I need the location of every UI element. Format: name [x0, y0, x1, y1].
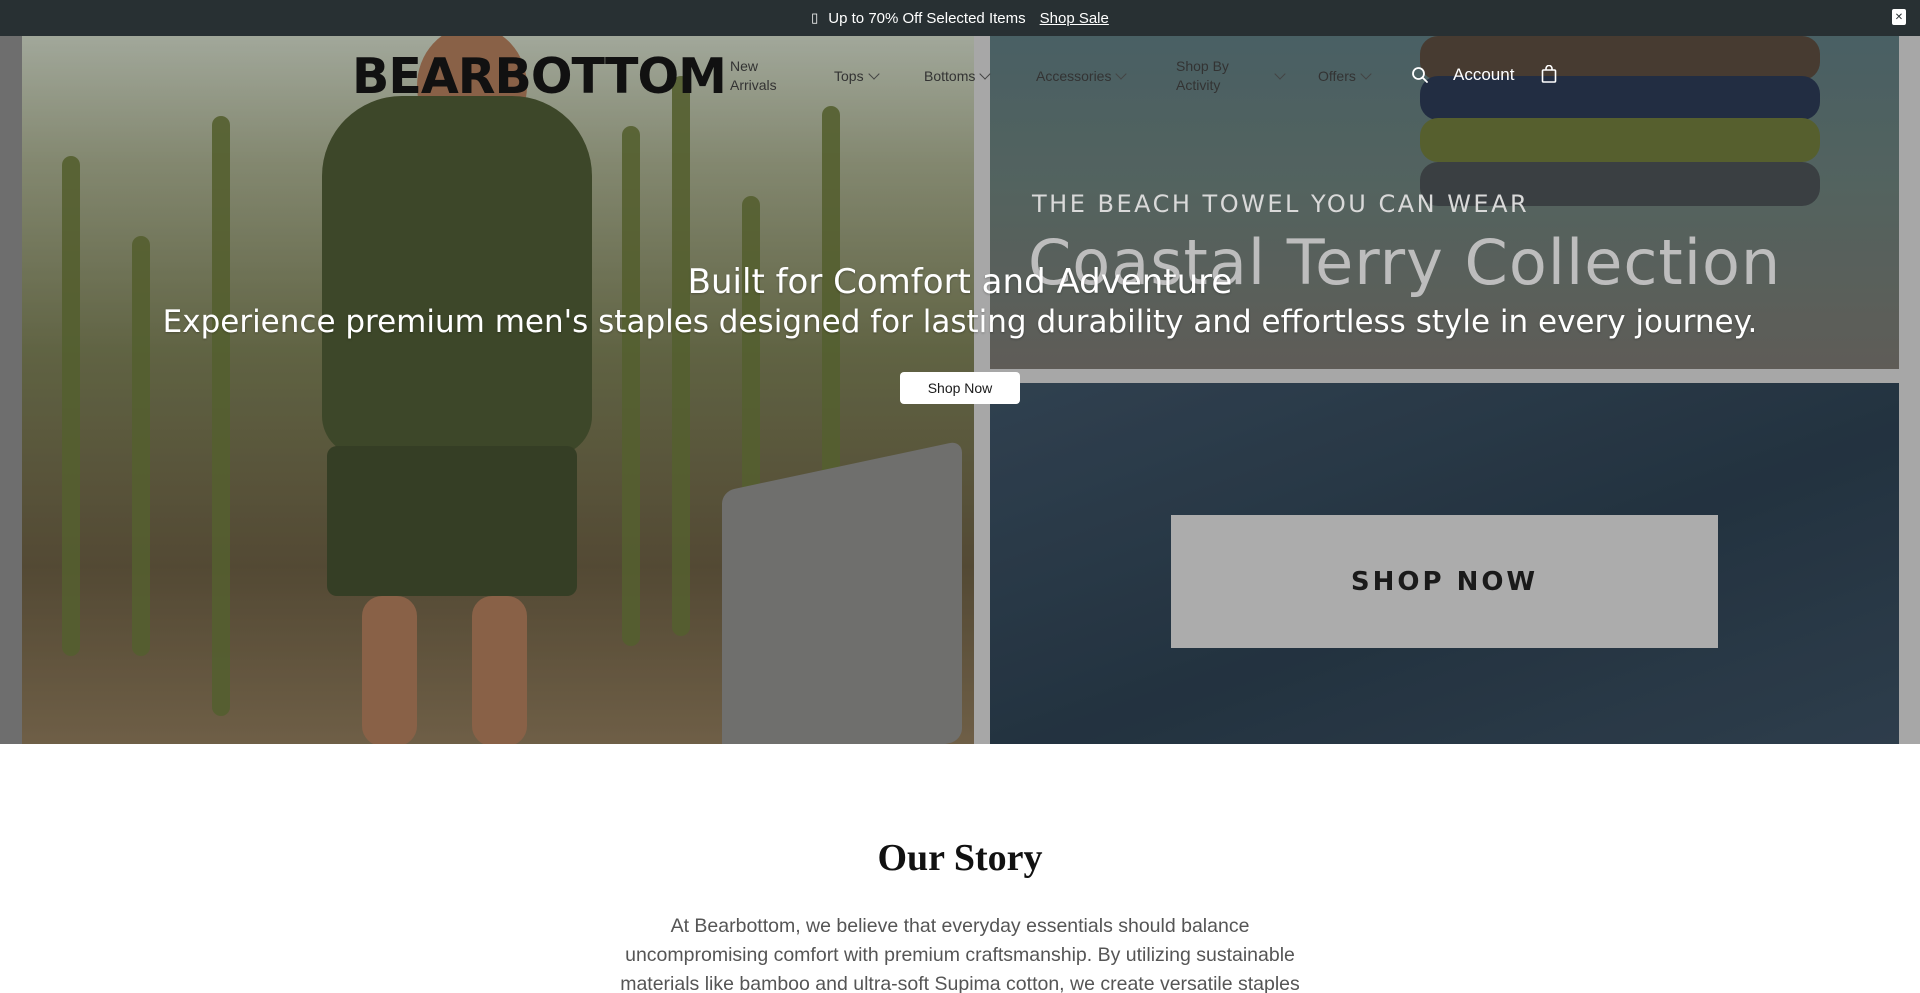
account-link[interactable]: Account: [1453, 65, 1514, 85]
announcement-bar: ▯ Up to 70% Off Selected Items Shop Sale…: [0, 0, 1920, 36]
nav-item-accessories[interactable]: Accessories: [1036, 67, 1176, 86]
shop-sale-link[interactable]: Shop Sale: [1040, 10, 1109, 27]
chevron-down-icon: [1115, 68, 1128, 80]
promo-eyebrow: THE BEACH TOWEL YOU CAN WEAR: [1032, 190, 1530, 218]
tag-icon: ▯: [811, 10, 819, 25]
nav-item-new-arrivals[interactable]: New Arrivals: [730, 57, 834, 95]
nav-label: Bottoms: [924, 67, 976, 84]
bearbottom-logo[interactable]: BEARBOTTOM: [352, 48, 727, 105]
chevron-down-icon: [867, 68, 880, 80]
nav-item-shop-by-activity[interactable]: Shop By Activity: [1176, 57, 1318, 95]
nav-label: Accessories: [1036, 67, 1112, 84]
promo-shop-now-button[interactable]: SHOP NOW: [1171, 515, 1718, 648]
close-icon[interactable]: ✕: [1892, 9, 1906, 25]
hero-shop-now-button[interactable]: Shop Now: [900, 372, 1020, 404]
announcement-text: Up to 70% Off Selected Items: [828, 9, 1026, 27]
hero-copy: Built for Comfort and Adventure Experien…: [0, 262, 1920, 342]
story-title: Our Story: [877, 837, 1043, 879]
nav-label: New Arrivals: [730, 58, 777, 93]
bag-icon[interactable]: [1541, 65, 1557, 83]
nav-item-tops[interactable]: Tops: [834, 67, 924, 86]
hero-subheading: Experience premium men's staples designe…: [162, 304, 1758, 340]
main-nav: New Arrivals Tops Bottoms Accessories Sh…: [730, 54, 1406, 98]
story-body: At Bearbottom, we believe that everyday …: [620, 915, 1300, 993]
nav-label: Shop By Activity: [1176, 58, 1229, 93]
search-icon[interactable]: [1411, 66, 1429, 84]
hero-heading: Built for Comfort and Adventure: [687, 262, 1233, 302]
nav-label: Tops: [834, 67, 864, 84]
nav-item-offers[interactable]: Offers: [1318, 67, 1406, 86]
chevron-down-icon: [1274, 68, 1286, 80]
chevron-down-icon: [979, 68, 992, 80]
nav-label: Offers: [1318, 67, 1356, 84]
chevron-down-icon: [1360, 68, 1372, 80]
nav-item-bottoms[interactable]: Bottoms: [924, 67, 1036, 86]
